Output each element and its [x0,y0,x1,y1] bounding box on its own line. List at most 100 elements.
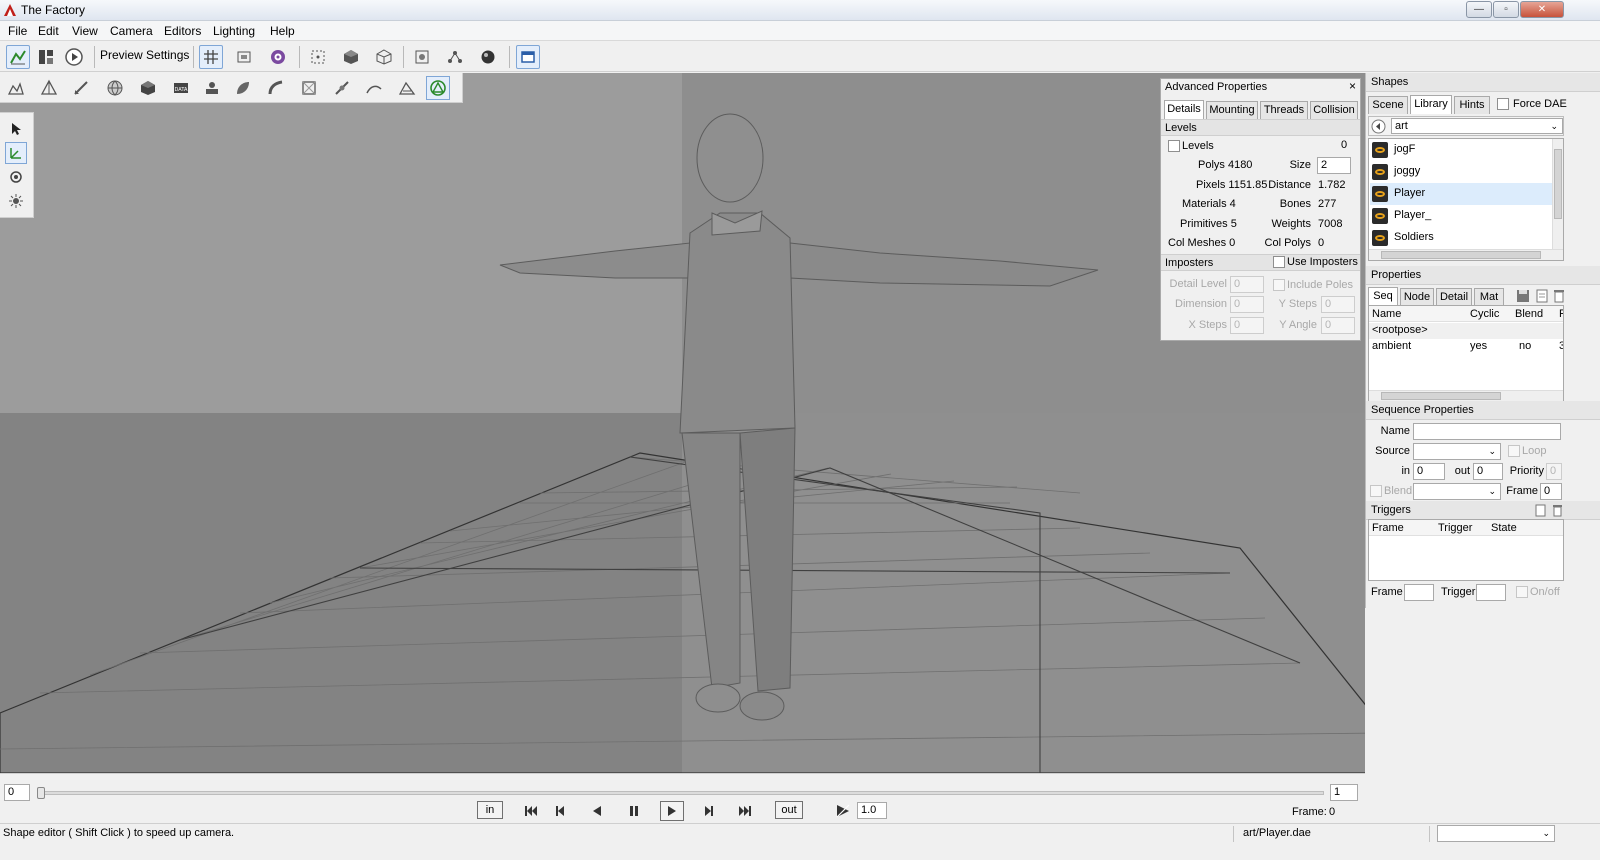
column-trigger[interactable]: Trigger [1438,522,1472,534]
size-field[interactable]: 2 [1317,157,1351,174]
column-blend[interactable]: Blend [1515,308,1543,320]
tool-spawn-button[interactable] [200,76,224,100]
menu-view[interactable]: View [72,24,98,38]
tab-seq[interactable]: Seq [1368,287,1398,306]
tool-decal-button[interactable] [297,76,321,100]
light-gizmo-button[interactable] [5,190,27,212]
trigger-frame-field[interactable] [1404,584,1434,601]
tool-path-button[interactable] [362,76,386,100]
frame-field[interactable]: 0 [1540,483,1562,500]
tool-datablock-button[interactable]: DATA [169,76,193,100]
menu-help[interactable]: Help [270,24,295,38]
horizontal-scrollbar[interactable] [1369,249,1563,260]
menu-camera[interactable]: Camera [110,24,153,38]
tool-object-button[interactable] [136,76,160,100]
column-state[interactable]: State [1491,522,1517,534]
seq-name-field[interactable] [1413,423,1561,440]
wireframe-view-button[interactable] [372,45,396,69]
tool-globe-button[interactable] [103,76,127,100]
bounds-button[interactable] [410,45,434,69]
force-dae-checkbox[interactable] [1497,98,1509,110]
select-arrow-button[interactable] [5,118,27,140]
step-forward-button[interactable] [697,801,721,821]
minimize-button[interactable]: — [1466,1,1492,18]
tool-forest-button[interactable] [231,76,255,100]
use-imposters-checkbox[interactable] [1273,256,1285,268]
tab-mat[interactable]: Mat [1474,288,1504,306]
select-mode-button[interactable] [306,45,330,69]
step-back-button[interactable] [548,801,572,821]
tab-mounting[interactable]: Mounting [1206,101,1258,119]
list-item[interactable]: Soldiers [1370,227,1556,249]
grid-toggle-button[interactable] [199,45,223,69]
table-row[interactable]: <rootpose> [1369,323,1563,339]
fit-view-button[interactable] [232,45,256,69]
tool-paint-button[interactable] [70,76,94,100]
set-out-button[interactable]: out [775,801,803,819]
timeline-slider-handle[interactable] [37,787,45,799]
move-gizmo-button[interactable] [5,142,27,164]
folder-select[interactable]: art ⌄ [1391,118,1563,134]
maximize-button[interactable]: ▫ [1493,1,1519,18]
set-in-button[interactable]: in [477,801,503,819]
skip-to-start-button[interactable] [519,801,543,821]
close-button[interactable]: ✕ [1520,1,1564,18]
rotate-gizmo-button[interactable] [5,166,27,188]
preview-settings-button[interactable]: Preview Settings [100,48,189,62]
timeline-start-field[interactable]: 0 [4,784,30,801]
tab-hints[interactable]: Hints [1454,96,1490,114]
back-arrow-icon[interactable] [1371,119,1386,134]
tab-collision[interactable]: Collision [1310,101,1358,119]
tool-terrain-button[interactable] [4,76,28,100]
toggle-panels-button[interactable] [516,45,540,69]
menu-edit[interactable]: Edit [38,24,59,38]
source-select[interactable]: ⌄ [1413,443,1501,460]
world-editor-button[interactable] [6,45,30,69]
tab-detail[interactable]: Detail [1436,288,1472,306]
column-frame[interactable]: Frame [1372,522,1404,534]
blend-select[interactable]: ⌄ [1413,483,1501,500]
speed-field[interactable]: 1.0 [857,802,887,819]
list-item[interactable]: joggy [1370,161,1556,183]
delete-trigger-icon[interactable] [1551,504,1564,517]
tab-scene[interactable]: Scene [1368,96,1408,114]
menu-editors[interactable]: Editors [164,24,201,38]
in-field[interactable]: 0 [1413,463,1445,480]
out-field[interactable]: 0 [1473,463,1503,480]
list-item[interactable]: jogF [1370,139,1556,161]
gui-editor-button[interactable] [34,45,58,69]
add-trigger-icon[interactable] [1534,504,1547,517]
screenshot-button[interactable] [266,45,290,69]
play-backward-button[interactable] [585,801,609,821]
play-forward-button[interactable] [660,801,684,821]
menu-file[interactable]: File [8,24,27,38]
tool-river-button[interactable] [330,76,354,100]
timeline-end-field[interactable]: 1 [1330,784,1358,801]
tab-node[interactable]: Node [1400,288,1434,306]
nodes-button[interactable] [443,45,467,69]
tool-shape-editor-button[interactable] [426,76,450,100]
column-cyclic[interactable]: Cyclic [1470,308,1499,320]
vertical-scrollbar[interactable] [1552,139,1563,249]
trigger-trigger-field[interactable] [1476,584,1506,601]
table-row[interactable]: ambient yes no 3 [1369,339,1563,355]
save-icon[interactable] [1516,289,1530,303]
timeline-slider[interactable] [38,791,1324,795]
skip-to-end-button[interactable] [733,801,757,821]
column-f[interactable]: F [1559,308,1563,320]
list-item[interactable]: Player [1370,183,1556,205]
menu-lighting[interactable]: Lighting [213,24,255,38]
play-game-button[interactable] [62,45,86,69]
pause-button[interactable] [622,801,646,821]
material-ball-button[interactable] [476,45,500,69]
tab-threads[interactable]: Threads [1260,101,1308,119]
new-sequence-icon[interactable] [1535,289,1549,303]
column-name[interactable]: Name [1372,308,1401,320]
tab-library[interactable]: Library [1410,95,1452,114]
status-select[interactable]: ⌄ [1437,825,1555,842]
levels-checkbox[interactable] [1168,140,1180,152]
tool-mesh-button[interactable] [37,76,61,100]
list-item[interactable]: Player_ [1370,205,1556,227]
close-icon[interactable]: × [1349,79,1356,93]
tool-mesh-road-button[interactable] [395,76,419,100]
